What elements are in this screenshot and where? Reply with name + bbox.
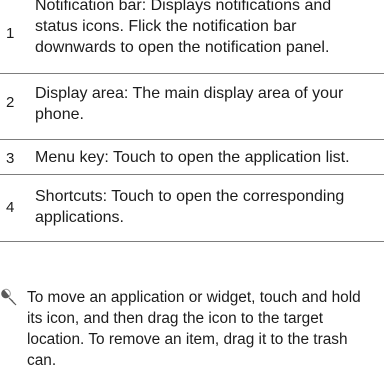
row-description: Menu key: Touch to open the application …	[35, 149, 350, 166]
row-divider	[0, 73, 384, 74]
row-number: 2	[6, 94, 15, 111]
row-number: 1	[6, 25, 15, 42]
row-divider	[0, 241, 384, 242]
row-description: Notification bar: Displays notifications…	[35, 0, 332, 56]
row-number: 3	[6, 150, 15, 167]
row-number: 4	[6, 199, 15, 216]
tip-text: To move an application or widget, touch …	[27, 289, 361, 369]
row-description: Display area: The main display area of y…	[35, 85, 344, 123]
tip-icon	[0, 288, 20, 308]
row-description: Shortcuts: Touch to open the correspondi…	[35, 188, 345, 226]
row-divider	[0, 139, 384, 140]
row-divider	[0, 174, 384, 175]
